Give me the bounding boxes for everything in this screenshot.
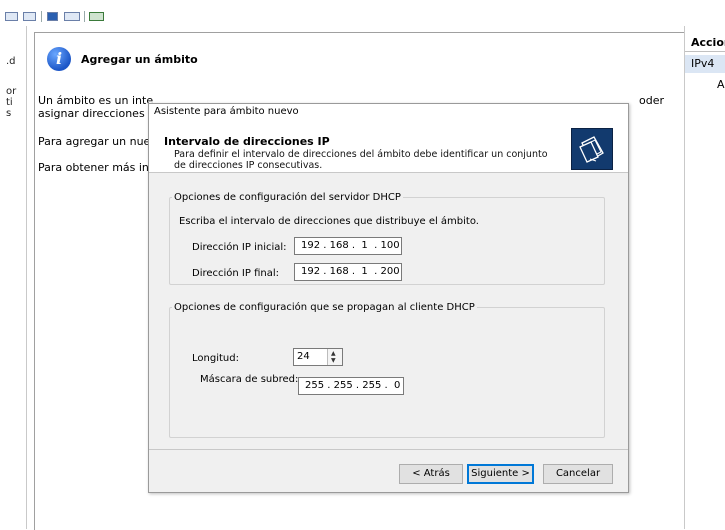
description-line: Para obtener más inf xyxy=(38,161,153,174)
toolbar-separator xyxy=(41,11,42,22)
next-button[interactable]: Siguiente > xyxy=(467,464,534,484)
description-line: Para agregar un nuev xyxy=(38,135,157,148)
client-options-legend: Opciones de configuración que se propaga… xyxy=(174,302,475,313)
description-line: Un ámbito es un inte xyxy=(38,94,154,107)
actions-ipv4-row[interactable]: IPv4 xyxy=(685,55,725,73)
subnet-mask-input[interactable]: 255 . 255 . 255 . 0 xyxy=(298,377,404,395)
tree-fragment: or xyxy=(6,86,17,97)
start-ip-input[interactable]: 192 . 168 . 1 . 100 xyxy=(294,237,402,255)
description-line: asignar direcciones IP xyxy=(38,107,159,120)
start-ip-label: Dirección IP inicial: xyxy=(192,242,287,253)
toolbar xyxy=(0,0,725,26)
server-options-group: Opciones de configuración del servidor D… xyxy=(169,192,605,285)
description-line: oder xyxy=(639,94,665,107)
new-scope-wizard-dialog: Asistente para ámbito nuevo Intervalo de… xyxy=(148,103,629,493)
help-icon[interactable] xyxy=(47,12,58,21)
server-options-legend: Opciones de configuración del servidor D… xyxy=(174,192,401,203)
back-button[interactable]: < Atrás xyxy=(399,464,463,484)
tree-fragment: ti xyxy=(6,97,13,108)
folders-icon xyxy=(571,128,613,170)
actions-pane: Accion IPv4 Ac xyxy=(684,26,725,529)
tree-fragment: s xyxy=(6,108,12,119)
banner-title: Agregar un ámbito xyxy=(81,53,198,66)
length-value: 24 xyxy=(297,351,310,362)
view-icon[interactable] xyxy=(64,12,80,21)
wizard-step-subtitle: Para definir el intervalo de direcciones… xyxy=(174,149,548,171)
length-label: Longitud: xyxy=(192,353,239,364)
cancel-button[interactable]: Cancelar xyxy=(543,464,613,484)
end-ip-label: Dirección IP final: xyxy=(192,268,280,279)
length-stepper[interactable]: 24 ▲ ▼ xyxy=(293,348,343,366)
actions-header: Accion xyxy=(685,36,725,52)
tree-fragment: .d xyxy=(6,56,16,67)
wizard-step-title: Intervalo de direcciones IP xyxy=(164,135,330,148)
info-icon: i xyxy=(47,47,71,71)
action-item[interactable]: Ac xyxy=(717,78,725,91)
wizard-header: Intervalo de direcciones IP Para definir… xyxy=(149,122,628,173)
footer-separator xyxy=(149,449,628,450)
range-instruction: Escriba el intervalo de direcciones que … xyxy=(179,216,479,227)
end-ip-input[interactable]: 192 . 168 . 1 . 200 xyxy=(294,263,402,281)
spin-down-icon[interactable]: ▼ xyxy=(331,358,336,364)
refresh-icon[interactable] xyxy=(23,12,36,21)
length-spin-buttons[interactable]: ▲ ▼ xyxy=(327,349,342,365)
subnet-mask-label: Máscara de subred: xyxy=(200,374,299,385)
network-icon[interactable] xyxy=(89,12,104,21)
console-icon[interactable] xyxy=(5,12,18,21)
client-options-group: Opciones de configuración que se propaga… xyxy=(169,302,605,438)
dialog-title: Asistente para ámbito nuevo xyxy=(149,104,628,122)
toolbar-separator xyxy=(84,11,85,22)
tree-pane: .d or ti s xyxy=(0,26,27,529)
